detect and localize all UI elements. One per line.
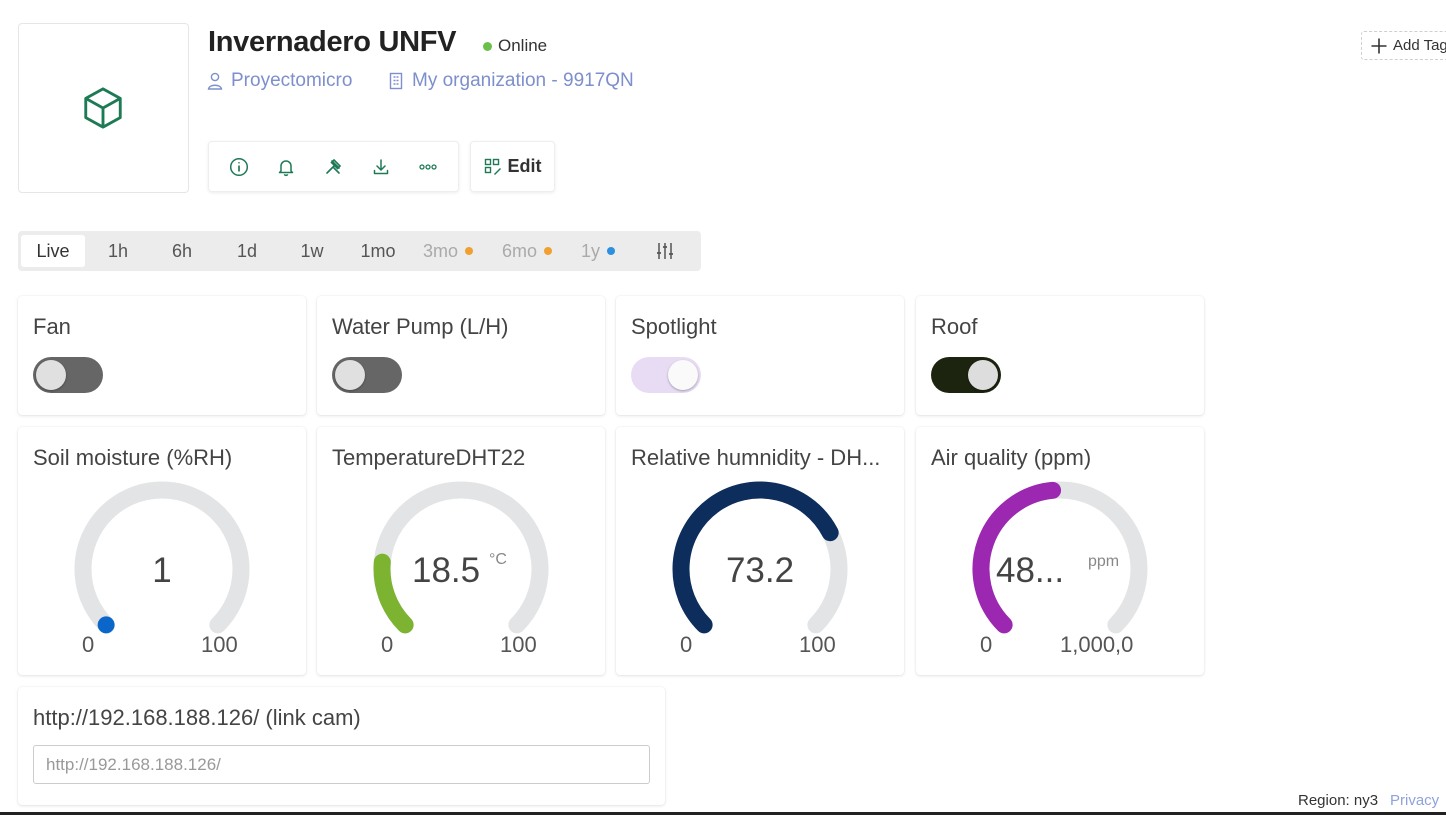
tools-button[interactable] xyxy=(316,150,350,184)
gauge-value: 1 xyxy=(152,551,172,590)
gauge-unit: °C xyxy=(489,551,507,568)
time-range-1mo[interactable]: 1mo xyxy=(350,235,406,267)
building-icon xyxy=(389,72,403,90)
download-icon xyxy=(373,158,389,174)
spotlight-switch[interactable] xyxy=(631,357,701,393)
owner-link[interactable]: Proyectomicro xyxy=(207,70,352,92)
sliders-icon xyxy=(657,243,673,259)
owner-name: Proyectomicro xyxy=(231,70,353,91)
widget-roof: Roof xyxy=(916,296,1204,415)
switch-knob xyxy=(968,360,998,390)
widget-temperature: TemperatureDHT22 18.5 °C 0 100 xyxy=(317,427,605,675)
widget-title: Fan xyxy=(33,314,71,339)
time-range-3mo[interactable]: 3mo xyxy=(416,235,480,267)
widget-water-pump: Water Pump (L/H) xyxy=(317,296,605,415)
cube-icon xyxy=(84,87,122,129)
bell-icon xyxy=(278,159,294,176)
widget-title: Spotlight xyxy=(631,314,717,339)
fan-switch[interactable] xyxy=(33,357,103,393)
time-range-live[interactable]: Live xyxy=(21,235,85,267)
upgrade-dot xyxy=(607,247,615,255)
gauge-value: 73.2 xyxy=(725,551,795,590)
organization-name: My organization - 9917QN xyxy=(412,70,634,91)
gauge-value: 18.5 xyxy=(412,551,481,590)
edit-label: Edit xyxy=(507,156,542,176)
time-range-6h[interactable]: 6h xyxy=(154,235,210,267)
time-range-1w[interactable]: 1w xyxy=(284,235,340,267)
add-tag-label: Add Tag xyxy=(1393,37,1446,54)
water-pump-switch[interactable] xyxy=(332,357,402,393)
organization-link[interactable]: My organization - 9917QN xyxy=(388,70,634,92)
time-range-1h[interactable]: 1h xyxy=(90,235,146,267)
add-tag-button[interactable]: Add Tag xyxy=(1361,31,1446,60)
privacy-link[interactable]: Privacy xyxy=(1390,792,1439,809)
widget-title: Roof xyxy=(931,314,978,339)
time-range-1y[interactable]: 1y xyxy=(573,235,623,267)
gauge-max: 100 xyxy=(201,632,238,657)
time-range-settings[interactable] xyxy=(648,235,682,267)
time-range-1d[interactable]: 1d xyxy=(219,235,275,267)
gauge-min: 0 xyxy=(680,632,693,657)
widget-spotlight: Spotlight xyxy=(616,296,904,415)
thing-logo xyxy=(18,23,189,193)
edit-icon xyxy=(484,158,501,175)
widget-title: Water Pump (L/H) xyxy=(332,314,509,339)
gauge-max: 100 xyxy=(799,632,836,657)
widget-air-quality: Air quality (ppm) 48... ppm 0 1,000,0 xyxy=(916,427,1204,675)
gauge-unit: ppm xyxy=(1088,553,1120,570)
gauge-min: 0 xyxy=(82,632,95,657)
widget-soil-moisture: Soil moisture (%RH) 1 0 100 xyxy=(18,427,306,675)
switch-knob xyxy=(668,360,698,390)
time-range-selector: Live 1h 6h 1d 1w 1mo 3mo 6mo 1y xyxy=(18,231,701,271)
gauge-min: 0 xyxy=(381,632,394,657)
widget-relative-humidity: Relative humnidity - DH... 73.2 0 100 xyxy=(616,427,904,675)
region-label: Region: ny3 xyxy=(1298,792,1379,809)
gauge-value: 48... xyxy=(996,551,1065,590)
plus-icon xyxy=(1371,38,1387,53)
thing-toolbar xyxy=(208,141,459,192)
upgrade-dot xyxy=(465,247,473,255)
gauge-fill xyxy=(97,616,115,634)
gauge-max: 100 xyxy=(500,632,537,657)
switch-knob xyxy=(36,360,66,390)
gauge-max: 1,000,0 xyxy=(1060,632,1134,657)
gauge-min: 0 xyxy=(980,632,993,657)
roof-switch[interactable] xyxy=(931,357,1001,393)
upgrade-dot xyxy=(544,247,552,255)
user-icon xyxy=(207,72,223,90)
notifications-button[interactable] xyxy=(269,150,303,184)
status-dot xyxy=(483,41,492,51)
widget-link-cam: http://192.168.188.126/ (link cam) xyxy=(18,687,665,805)
status-badge: Online xyxy=(483,36,547,56)
more-button[interactable] xyxy=(411,150,445,184)
gauge-fill xyxy=(373,553,414,634)
widget-fan: Fan xyxy=(18,296,306,415)
edit-button[interactable]: Edit xyxy=(470,141,555,192)
info-icon xyxy=(229,157,248,176)
switch-knob xyxy=(335,360,365,390)
tools-icon xyxy=(326,158,342,174)
info-button[interactable] xyxy=(222,150,256,184)
more-icon xyxy=(419,163,437,170)
time-range-6mo[interactable]: 6mo xyxy=(495,235,559,267)
status-text: Online xyxy=(498,36,548,55)
widget-title: http://192.168.188.126/ (link cam) xyxy=(33,705,361,730)
link-cam-input[interactable] xyxy=(33,745,650,784)
download-button[interactable] xyxy=(364,150,398,184)
page-title: Invernadero UNFV xyxy=(208,26,457,58)
